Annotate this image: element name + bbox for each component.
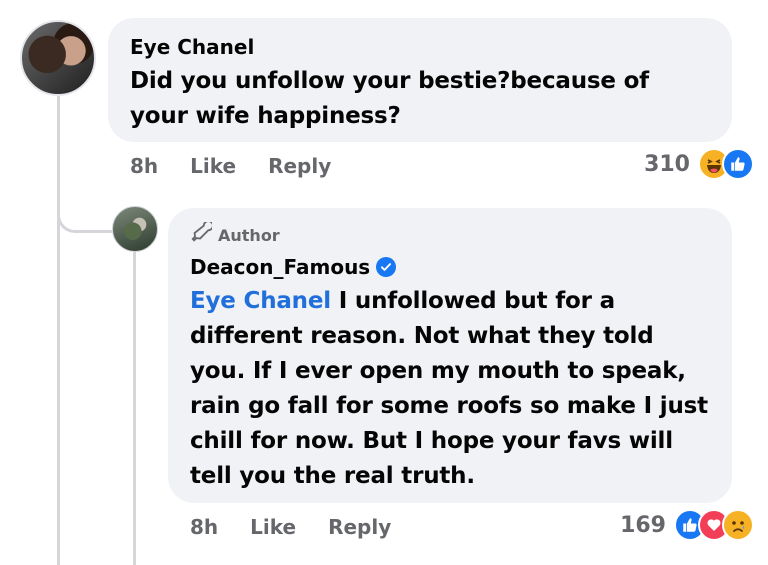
reaction-count: 169 [620, 512, 666, 538]
reply-author-label: Deacon_Famous [190, 255, 371, 279]
microphone-icon [190, 220, 214, 248]
mention-link[interactable]: Eye Chanel [190, 288, 331, 314]
reaction-summary[interactable]: 169 [620, 509, 754, 541]
reply-author-name[interactable]: Deacon_Famous [190, 254, 397, 280]
reply-body: I unfollowed but for a different reason.… [190, 288, 708, 489]
thread-line [57, 96, 60, 565]
reaction-summary[interactable]: 310 [644, 148, 754, 180]
comment-actions: 8h Like Reply [130, 154, 363, 178]
reply-thread-line [133, 252, 136, 565]
author-badge: Author [190, 220, 710, 248]
comment-author-name[interactable]: Eye Chanel [130, 34, 254, 60]
sad-reaction-icon [722, 509, 754, 541]
avatar[interactable] [112, 206, 158, 252]
reply-timestamp[interactable]: 8h [190, 515, 218, 539]
reply-button[interactable]: Reply [268, 154, 331, 178]
verified-icon [376, 257, 397, 277]
comment-bubble: Eye Chanel Did you unfollow your bestie?… [108, 18, 732, 142]
reply-text: Eye Chanel I unfollowed but for a differ… [190, 284, 710, 494]
like-reaction-icon [722, 148, 754, 180]
author-badge-label: Author [218, 225, 280, 245]
like-button[interactable]: Like [250, 515, 296, 539]
reply-actions: 8h Like Reply [190, 515, 423, 539]
comment-timestamp[interactable]: 8h [130, 154, 158, 178]
comment-text: Did you unfollow your bestie?because of … [130, 68, 649, 129]
reply-button[interactable]: Reply [328, 515, 391, 539]
thread-branch [57, 206, 112, 233]
avatar[interactable] [20, 20, 96, 96]
reaction-count: 310 [644, 151, 690, 177]
like-button[interactable]: Like [190, 154, 236, 178]
reply-bubble: Author Deacon_Famous Eye Chanel I unfoll… [168, 208, 732, 503]
